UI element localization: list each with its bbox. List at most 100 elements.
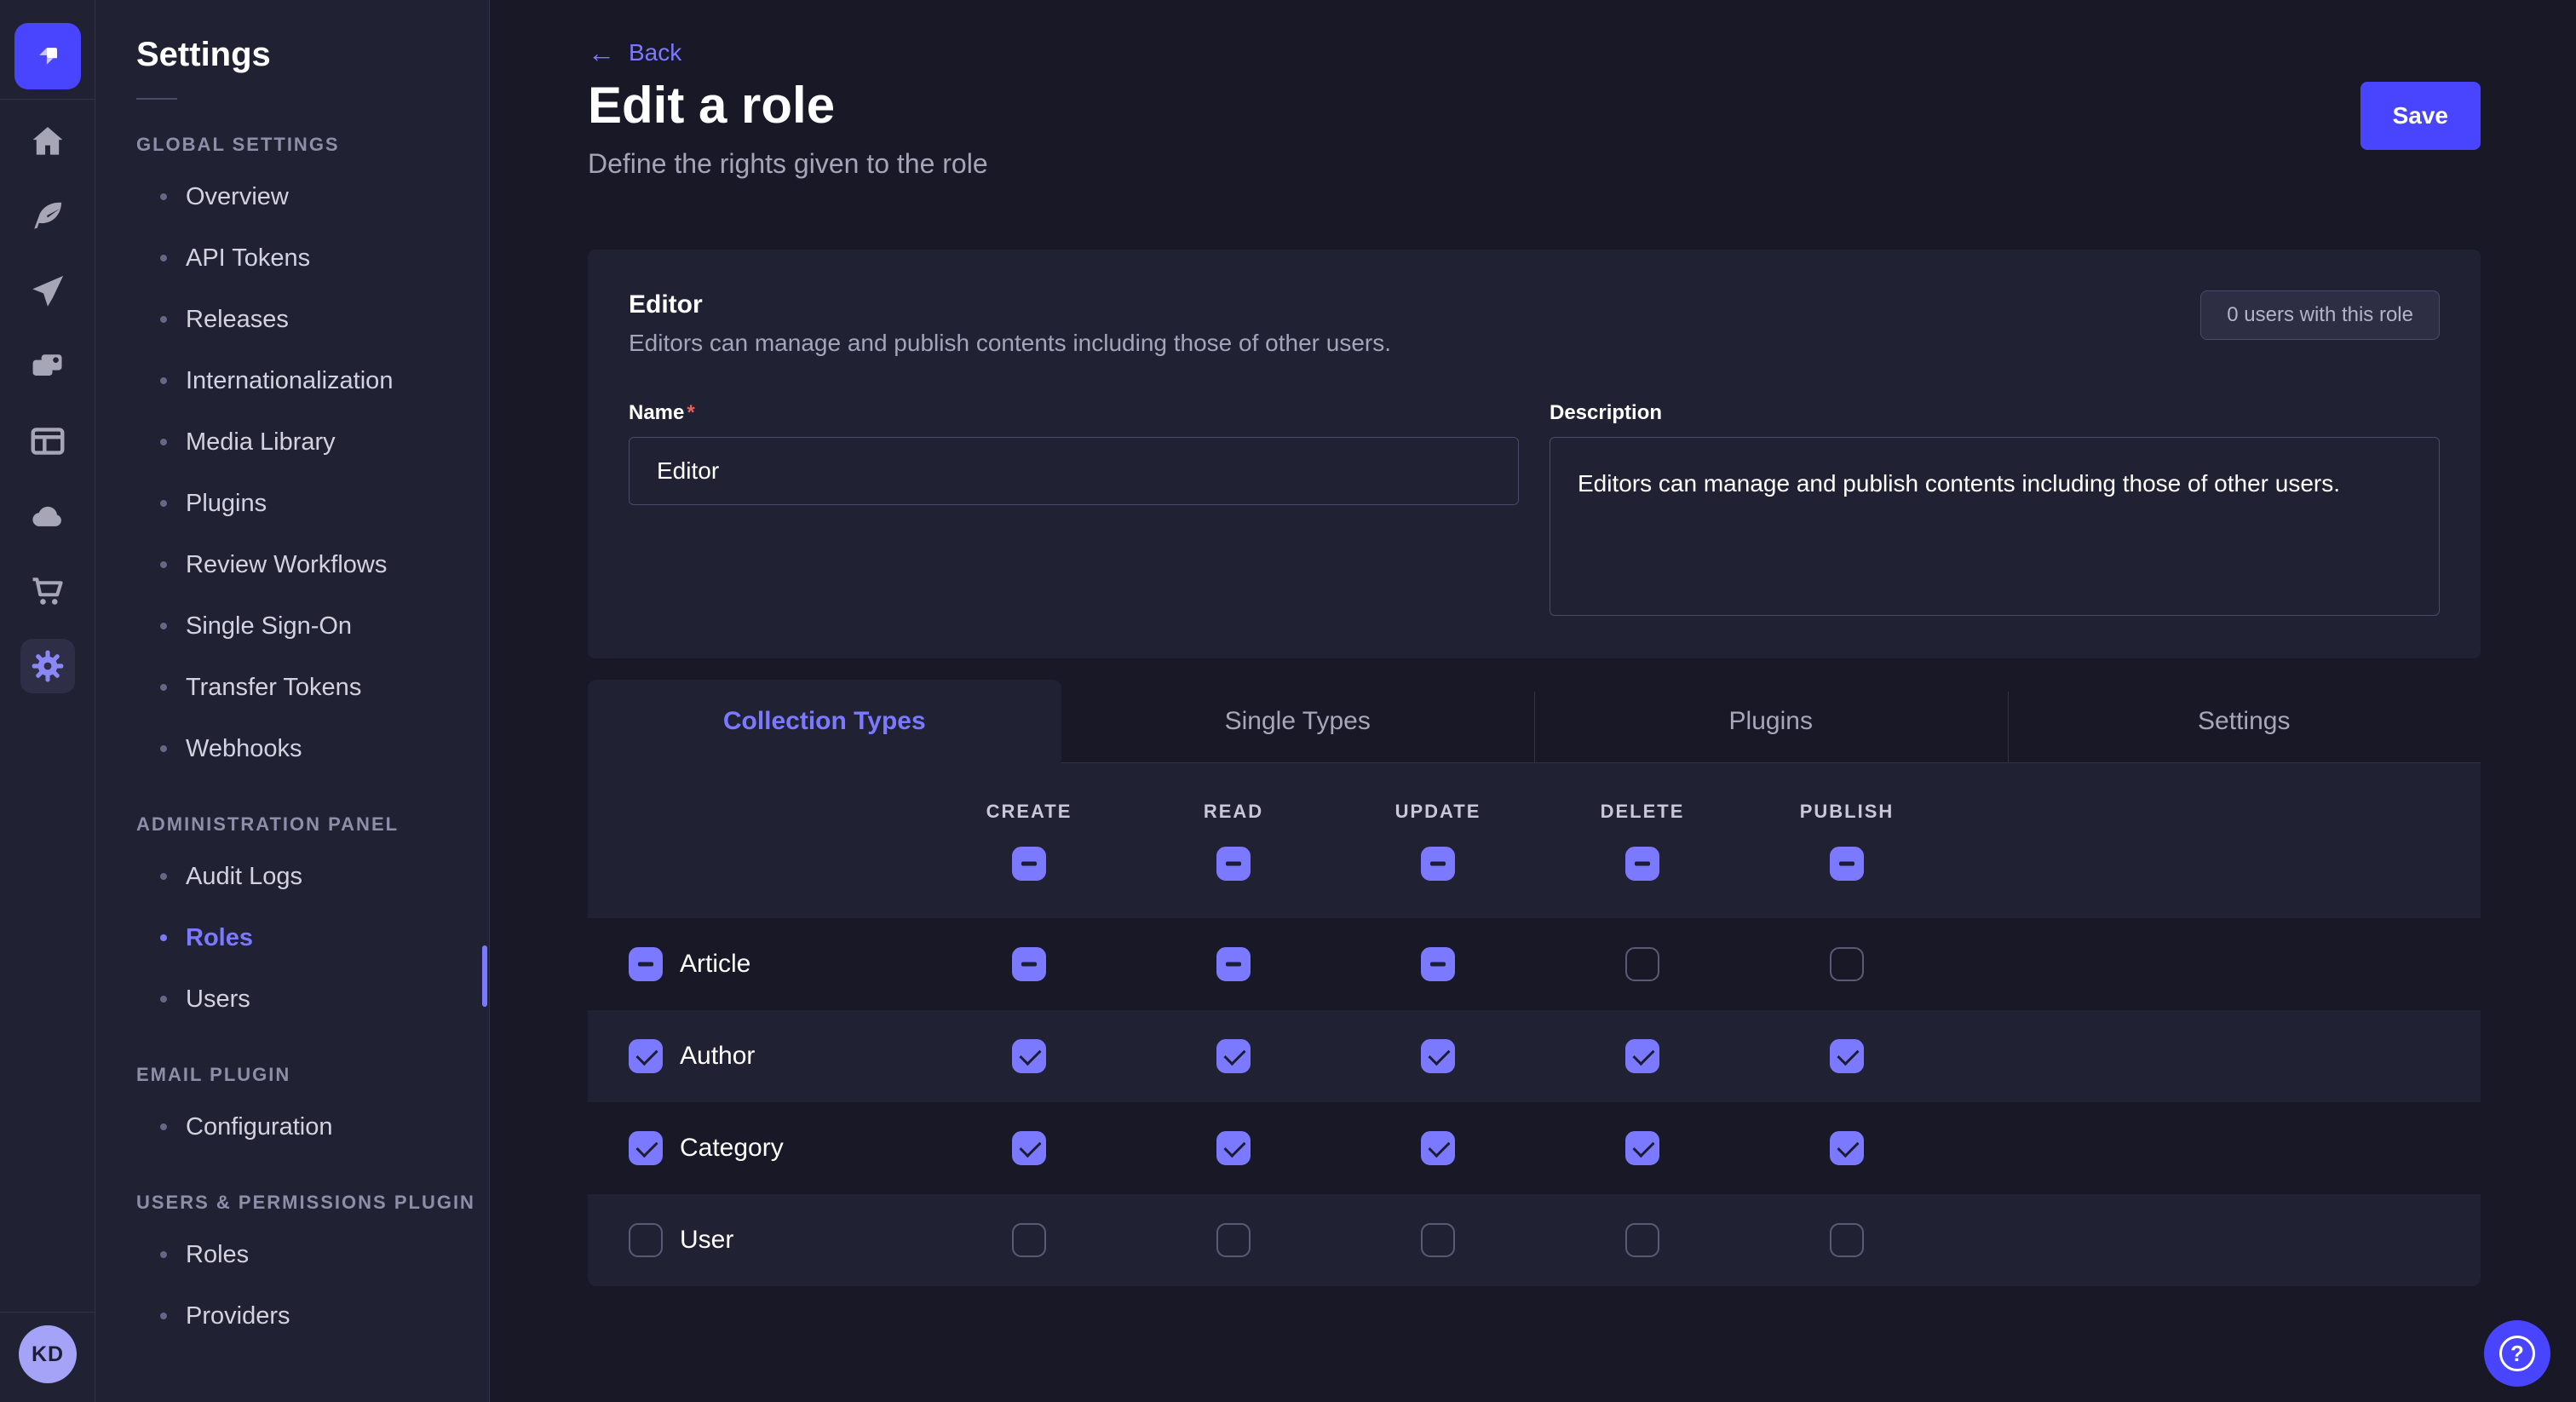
author-update-checkbox[interactable] [1421,1039,1455,1073]
column-read: READ [1131,801,1336,881]
user-create-checkbox[interactable] [1012,1223,1046,1257]
sidebar-item-transfer-tokens[interactable]: Transfer Tokens [136,657,489,718]
help-button[interactable]: ? [2484,1320,2550,1387]
category-create-checkbox[interactable] [1012,1131,1046,1165]
select-all-read-checkbox[interactable] [1216,847,1251,881]
media-library-icon[interactable] [29,348,66,385]
user-read-checkbox[interactable] [1216,1223,1251,1257]
description-textarea[interactable]: Editors can manage and publish contents … [1550,437,2440,616]
tab-plugins[interactable]: Plugins [1534,680,2008,763]
tab-collection-types[interactable]: Collection Types [588,680,1061,763]
sidebar-item-webhooks[interactable]: Webhooks [136,718,489,779]
tabs-bottom-border [1061,762,2481,763]
cloud-icon[interactable] [29,497,66,535]
category-publish-checkbox[interactable] [1830,1131,1864,1165]
bullet-icon [160,316,167,323]
sidebar-item-plugins[interactable]: Plugins [136,473,489,534]
article-read-checkbox[interactable] [1216,947,1251,981]
bullet-icon [160,623,167,629]
article-update-checkbox[interactable] [1421,947,1455,981]
category-update-checkbox[interactable] [1421,1131,1455,1165]
users-count-badge[interactable]: 0 users with this role [2200,290,2440,340]
sidebar-item-single-sign-on[interactable]: Single Sign-On [136,595,489,657]
tab-settings[interactable]: Settings [2008,680,2481,763]
row-entity: Author [588,1039,927,1073]
article-row-checkbox[interactable] [629,947,663,981]
article-create-checkbox[interactable] [1012,947,1046,981]
user-delete-checkbox[interactable] [1625,1223,1659,1257]
tab-single-types[interactable]: Single Types [1061,680,1535,763]
sidebar-item-users[interactable]: Users [136,968,489,1030]
column-publish: PUBLISH [1745,801,1949,881]
tab-label: Settings [2198,707,2290,736]
sidebar-item-internationalization[interactable]: Internationalization [136,350,489,411]
sidebar-item-configuration[interactable]: Configuration [136,1096,489,1158]
sidebar-item-media-library[interactable]: Media Library [136,411,489,473]
back-link[interactable]: ← Back [588,39,681,66]
sidebar-item-providers[interactable]: Providers [136,1285,489,1347]
home-icon[interactable] [29,123,66,160]
sidebar-item-roles-up[interactable]: Roles [136,1224,489,1285]
paper-plane-icon[interactable] [29,273,66,310]
name-label: Name* [629,401,695,424]
sidebar-item-api-tokens[interactable]: API Tokens [136,227,489,289]
author-row-checkbox[interactable] [629,1039,663,1073]
sidebar-item-audit-logs[interactable]: Audit Logs [136,846,489,907]
category-read-checkbox[interactable] [1216,1131,1251,1165]
user-publish-checkbox[interactable] [1830,1223,1864,1257]
row-label: Article [680,950,750,979]
bullet-icon [160,745,167,752]
article-delete-checkbox[interactable] [1625,947,1659,981]
name-input[interactable] [629,437,1519,505]
name-field-group: Name* [629,401,1519,620]
sidebar-item-label: Roles [186,1241,249,1269]
sidebar-item-label: Review Workflows [186,551,387,579]
sidebar-scrollbar-thumb[interactable] [482,945,487,1007]
author-delete-checkbox[interactable] [1625,1039,1659,1073]
sidebar-title: Settings [136,36,489,74]
sidebar-item-review-workflows[interactable]: Review Workflows [136,534,489,595]
select-all-publish-checkbox[interactable] [1830,847,1864,881]
gear-icon[interactable] [20,639,75,693]
save-button[interactable]: Save [2360,82,2481,150]
avatar[interactable]: KD [19,1325,77,1383]
permissions-section: Collection Types Single Types Plugins Se… [588,680,2481,1286]
bullet-icon [160,996,167,1003]
rail-divider [0,99,95,100]
user-update-checkbox[interactable] [1421,1223,1455,1257]
row-label: User [680,1226,733,1255]
role-form-fields: Name* Description Editors can manage and… [629,401,2440,620]
author-create-checkbox[interactable] [1012,1039,1046,1073]
select-all-create-checkbox[interactable] [1012,847,1046,881]
bullet-icon [160,500,167,507]
category-delete-checkbox[interactable] [1625,1131,1659,1165]
section-label-administration-panel: ADMINISTRATION PANEL [136,813,489,836]
email-plugin-list: Configuration [136,1096,489,1158]
administration-panel-list: Audit Logs Roles Users [136,846,489,1030]
strapi-logo-icon [29,37,66,75]
table-row-article: Article [588,918,2481,1010]
tab-label: Plugins [1729,707,1813,736]
cart-icon[interactable] [29,572,66,610]
sidebar-item-releases[interactable]: Releases [136,289,489,350]
author-read-checkbox[interactable] [1216,1039,1251,1073]
feather-icon[interactable] [29,198,66,235]
role-card-headings: Editor Editors can manage and publish co… [629,290,1391,357]
category-row-checkbox[interactable] [629,1131,663,1165]
author-publish-checkbox[interactable] [1830,1039,1864,1073]
table-row-user: User [588,1194,2481,1286]
select-all-delete-checkbox[interactable] [1625,847,1659,881]
back-arrow-icon: ← [588,39,615,66]
sidebar-item-roles-admin[interactable]: Roles [136,907,489,968]
page-subtitle: Define the rights given to the role [588,148,2481,180]
bullet-icon [160,561,167,568]
strapi-admin-screen: KD Settings GLOBAL SETTINGS Overview API… [0,0,2576,1402]
user-row-checkbox[interactable] [629,1223,663,1257]
strapi-logo[interactable] [14,23,81,89]
article-publish-checkbox[interactable] [1830,947,1864,981]
sidebar-item-overview[interactable]: Overview [136,166,489,227]
permissions-header-row: CREATE READ UPDATE DELETE [588,763,2481,918]
layout-icon[interactable] [29,422,66,460]
role-details-card: Editor Editors can manage and publish co… [588,250,2481,658]
select-all-update-checkbox[interactable] [1421,847,1455,881]
